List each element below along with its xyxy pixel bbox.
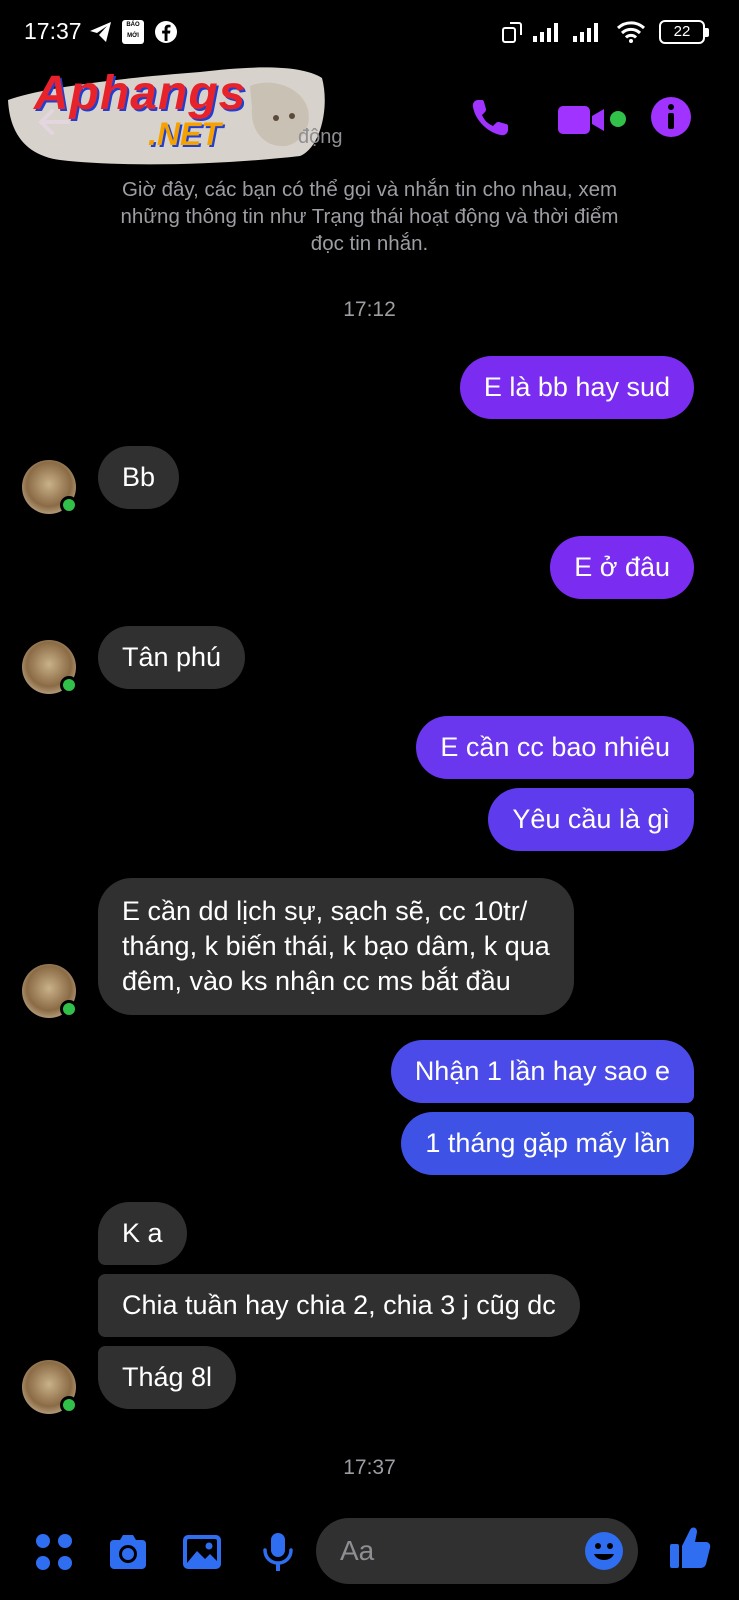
camera-icon[interactable]: [106, 1530, 150, 1574]
message-composer: Aa: [0, 1508, 739, 1600]
battery-indicator: 22: [659, 20, 709, 44]
like-icon[interactable]: [668, 1524, 712, 1572]
phone-icon[interactable]: [468, 96, 512, 140]
sent-message[interactable]: E cần cc bao nhiêu: [416, 716, 694, 779]
sent-message[interactable]: E ở đâu: [550, 536, 694, 599]
video-call-icon[interactable]: [556, 100, 608, 140]
received-message[interactable]: Chia tuần hay chia 2, chia 3 j cũg dc: [98, 1274, 580, 1337]
message-line: E cần dd lịch sự, sạch sẽ, cc 10tr/: [122, 896, 528, 926]
contact-avatar[interactable]: [22, 964, 78, 1018]
message-input-placeholder: Aa: [340, 1535, 375, 1566]
wifi-icon: [616, 21, 646, 43]
received-message[interactable]: K a: [98, 1202, 187, 1265]
watermark-text: Aphangs: [34, 67, 247, 120]
received-message[interactable]: Thág 8l: [98, 1346, 237, 1409]
active-now-dot: [610, 111, 626, 127]
message-line: tháng, k biến thái, k bạo dâm, k qua: [122, 931, 550, 961]
privacy-notice: Giờ đây, các bạn có thể gọi và nhắn tin …: [120, 178, 619, 255]
sent-message[interactable]: Nhận 1 lần hay sao e: [390, 1040, 694, 1103]
received-message-multiline[interactable]: E cần dd lịch sự, sạch sẽ, cc 10tr/ thán…: [98, 878, 574, 1015]
message-line: đêm, vào ks nhận cc ms bắt đầu: [122, 966, 511, 996]
info-icon[interactable]: [650, 96, 692, 138]
online-dot: [60, 496, 78, 514]
signal-icon: [573, 23, 598, 42]
active-status-text: động: [298, 126, 343, 148]
online-dot: [60, 676, 78, 694]
watermark-logo: Aphangs .NET: [0, 38, 330, 188]
timestamp: 17:12: [343, 298, 396, 321]
contact-avatar[interactable]: [22, 640, 78, 694]
online-dot: [60, 1396, 78, 1414]
received-message[interactable]: Tân phú: [98, 626, 246, 689]
gallery-icon[interactable]: [180, 1530, 224, 1574]
apps-icon[interactable]: [32, 1530, 76, 1574]
message-input[interactable]: Aa: [316, 1518, 638, 1584]
mic-icon[interactable]: [256, 1530, 300, 1574]
rotate-icon: [502, 22, 522, 43]
emoji-icon[interactable]: [584, 1531, 624, 1571]
sent-message[interactable]: Yêu cầu là gì: [488, 788, 694, 851]
online-dot: [60, 1000, 78, 1018]
received-message[interactable]: Bb: [98, 446, 180, 509]
sent-message[interactable]: E là bb hay sud: [459, 356, 694, 419]
contact-avatar[interactable]: [22, 460, 78, 514]
sent-message[interactable]: 1 tháng gặp mấy lần: [401, 1112, 694, 1175]
signal-icon: [533, 23, 558, 42]
watermark-subtext: .NET: [148, 116, 221, 152]
contact-avatar[interactable]: [22, 1360, 78, 1414]
chat-header: Aphangs .NET động: [0, 66, 739, 176]
timestamp: 17:37: [343, 1456, 396, 1479]
